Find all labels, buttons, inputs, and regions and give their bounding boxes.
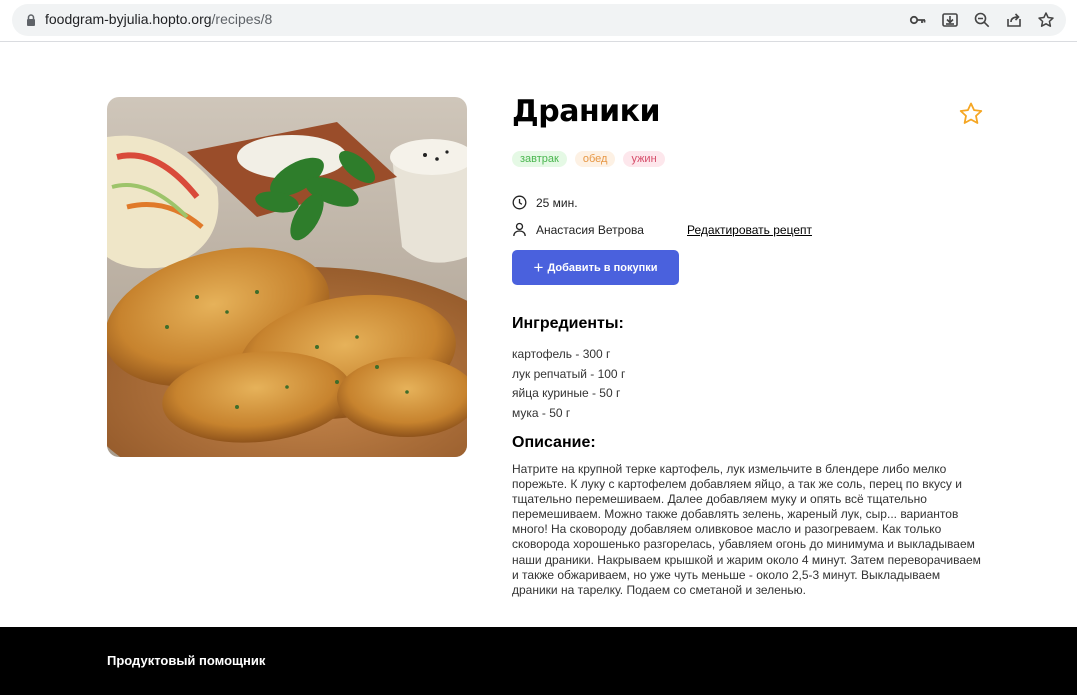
- ingredient-item: картофель - 300 г: [512, 347, 611, 361]
- ingredients-heading: Ингредиенты:: [512, 315, 624, 332]
- cooking-time-row: 25 мин.: [512, 195, 578, 210]
- tag-dinner: ужин: [623, 151, 665, 167]
- footer: Продуктовый помощник: [0, 627, 1077, 695]
- recipe-title: Драники: [512, 94, 661, 129]
- clock-icon: [512, 195, 527, 210]
- recipe-description: Натрите на крупной терке картофель, лук …: [512, 462, 981, 597]
- edit-recipe-link[interactable]: Редактировать рецепт: [687, 223, 812, 237]
- ingredient-item: яйца куриные - 50 г: [512, 386, 621, 400]
- install-icon[interactable]: [941, 11, 959, 29]
- share-icon[interactable]: [1005, 11, 1023, 29]
- plus-icon: +: [533, 258, 544, 277]
- add-to-shopping-list-button[interactable]: + Добавить в покупки: [512, 250, 679, 285]
- zoom-icon[interactable]: [973, 11, 991, 29]
- cooking-time: 25 мин.: [536, 195, 578, 210]
- description-heading: Описание:: [512, 434, 596, 451]
- tag-breakfast: завтрак: [512, 151, 567, 167]
- footer-brand[interactable]: Продуктовый помощник: [107, 653, 265, 668]
- add-to-shopping-list-label: Добавить в покупки: [547, 261, 658, 274]
- url-text[interactable]: foodgram-byjulia.hopto.org/recipes/8: [45, 11, 272, 27]
- ingredient-item: лук репчатый - 100 г: [512, 366, 626, 381]
- address-bar[interactable]: foodgram-byjulia.hopto.org/recipes/8: [12, 4, 1066, 36]
- ingredients-list: картофель - 300 г лук репчатый - 100 г я…: [512, 345, 625, 423]
- favorite-star-icon[interactable]: [958, 101, 984, 127]
- recipe-image: [107, 97, 467, 457]
- author-row: Анастасия Ветрова: [512, 222, 644, 237]
- key-icon[interactable]: [909, 11, 927, 29]
- tag-lunch: обед: [574, 151, 616, 167]
- bookmark-star-icon[interactable]: [1037, 11, 1055, 29]
- ingredient-item: мука - 50 г: [512, 405, 571, 420]
- author-name: Анастасия Ветрова: [536, 222, 644, 237]
- url-host: foodgram-byjulia.hopto.org: [45, 11, 212, 27]
- user-icon: [513, 222, 526, 237]
- lock-icon[interactable]: [24, 13, 38, 27]
- url-path: /recipes/8: [211, 11, 273, 27]
- browser-toolbar: foodgram-byjulia.hopto.org/recipes/8: [0, 0, 1077, 42]
- recipe-tags: завтрак обед ужин: [512, 151, 665, 167]
